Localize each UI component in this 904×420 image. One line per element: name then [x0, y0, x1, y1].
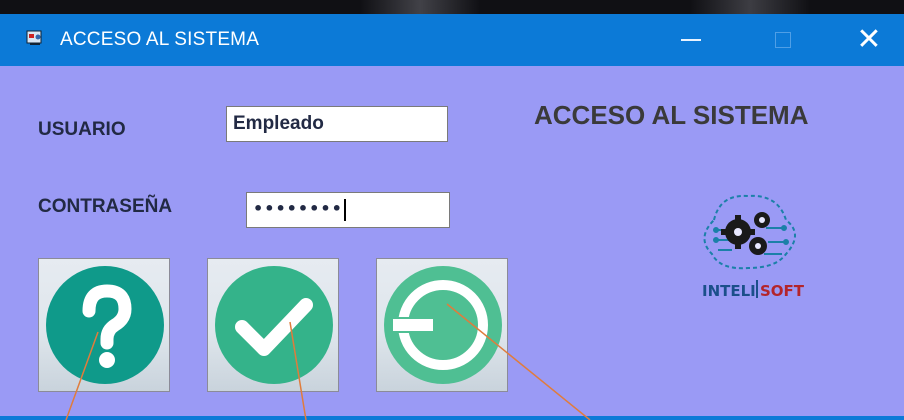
- desktop-backdrop: [0, 0, 904, 14]
- maximize-button[interactable]: [752, 14, 814, 66]
- password-label: CONTRASEÑA: [38, 196, 173, 217]
- window-bottom-border: [0, 416, 904, 420]
- minimize-button[interactable]: [660, 14, 722, 66]
- login-panel: USUARIO CONTRASEÑA •••••••• ACCESO AL SI…: [0, 66, 904, 416]
- username-label: USUARIO: [38, 119, 126, 140]
- maximize-icon: [775, 32, 791, 48]
- logo-text-inteli: INTELI: [702, 282, 756, 300]
- checkmark-icon: [215, 266, 333, 384]
- confirm-button[interactable]: [207, 258, 339, 392]
- page-heading: ACCESO AL SISTEMA: [534, 100, 809, 130]
- password-input[interactable]: ••••••••: [246, 192, 450, 228]
- intelisoft-logo: INTELI SOFT: [702, 194, 805, 300]
- login-window: ACCESO AL SISTEMA ✕ USUARIO CONTRASEÑA •…: [0, 14, 904, 420]
- title-bar[interactable]: ACCESO AL SISTEMA ✕: [0, 14, 904, 66]
- window-title: ACCESO AL SISTEMA: [60, 29, 260, 50]
- close-button[interactable]: ✕: [838, 14, 900, 66]
- help-icon: [46, 266, 164, 384]
- app-icon: [26, 30, 42, 45]
- username-input[interactable]: [226, 106, 448, 142]
- text-cursor: [343, 198, 346, 221]
- close-icon: ✕: [856, 22, 882, 57]
- help-button[interactable]: [38, 258, 170, 392]
- minimize-icon: [681, 39, 701, 41]
- exit-icon: [384, 266, 502, 384]
- password-mask: ••••••••: [253, 199, 343, 218]
- exit-button[interactable]: [376, 258, 508, 392]
- logo-text-soft: SOFT: [760, 282, 805, 300]
